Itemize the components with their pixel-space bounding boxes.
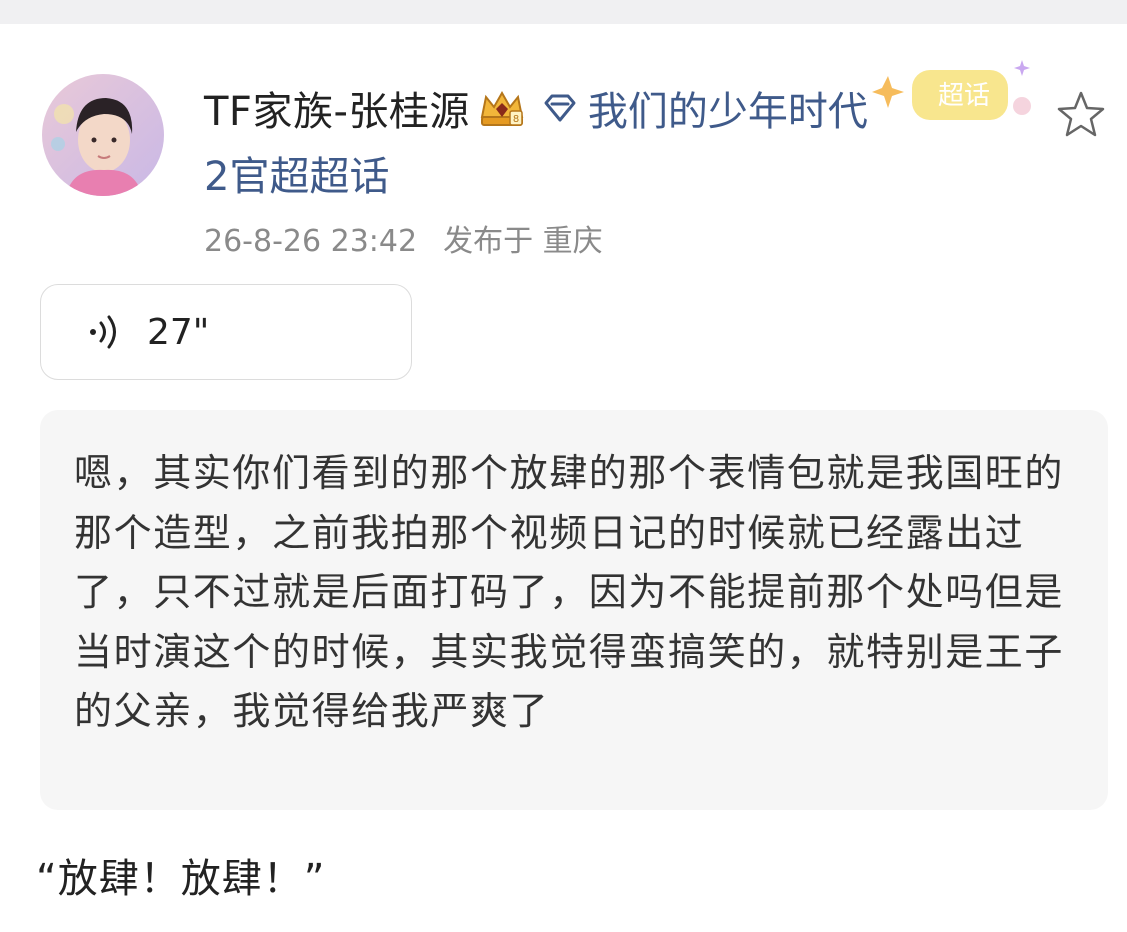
post-caption: “放肆！放肆！” (36, 856, 326, 902)
voice-message[interactable]: 27" (40, 284, 412, 380)
voice-duration: 27" (147, 311, 210, 353)
star-icon[interactable] (1054, 88, 1108, 142)
author-name[interactable]: TF家族-张桂源 (204, 79, 470, 137)
post-header: TF家族-张桂源 8 我们的少年时代 (204, 80, 868, 136)
post-location: 发布于 重庆 (443, 224, 603, 259)
transcript-text: 嗯，其实你们看到的那个放肆的那个表情包就是我国旺的那个造型，之前我拍那个视频日记… (74, 451, 1065, 733)
supertopic-link[interactable]: 我们的少年时代 (588, 79, 868, 137)
transcript-box: 嗯，其实你们看到的那个放肆的那个表情包就是我国旺的那个造型，之前我拍那个视频日记… (40, 410, 1108, 810)
svg-text:8: 8 (513, 114, 519, 125)
supertopic-sticker: 超话 (872, 56, 1062, 136)
sound-wave-icon (90, 315, 116, 349)
sticker-label: 超话 (938, 81, 990, 111)
avatar[interactable] (42, 74, 164, 196)
post-meta: 26-8-26 23:42 发布于 重庆 (204, 216, 603, 260)
top-divider (0, 0, 1127, 24)
crown-badge-icon: 8 (476, 87, 528, 129)
supertopic-rank[interactable]: 2官超超话 (204, 144, 389, 202)
diamond-icon (542, 93, 578, 123)
post-timestamp: 26-8-26 23:42 (204, 224, 418, 259)
